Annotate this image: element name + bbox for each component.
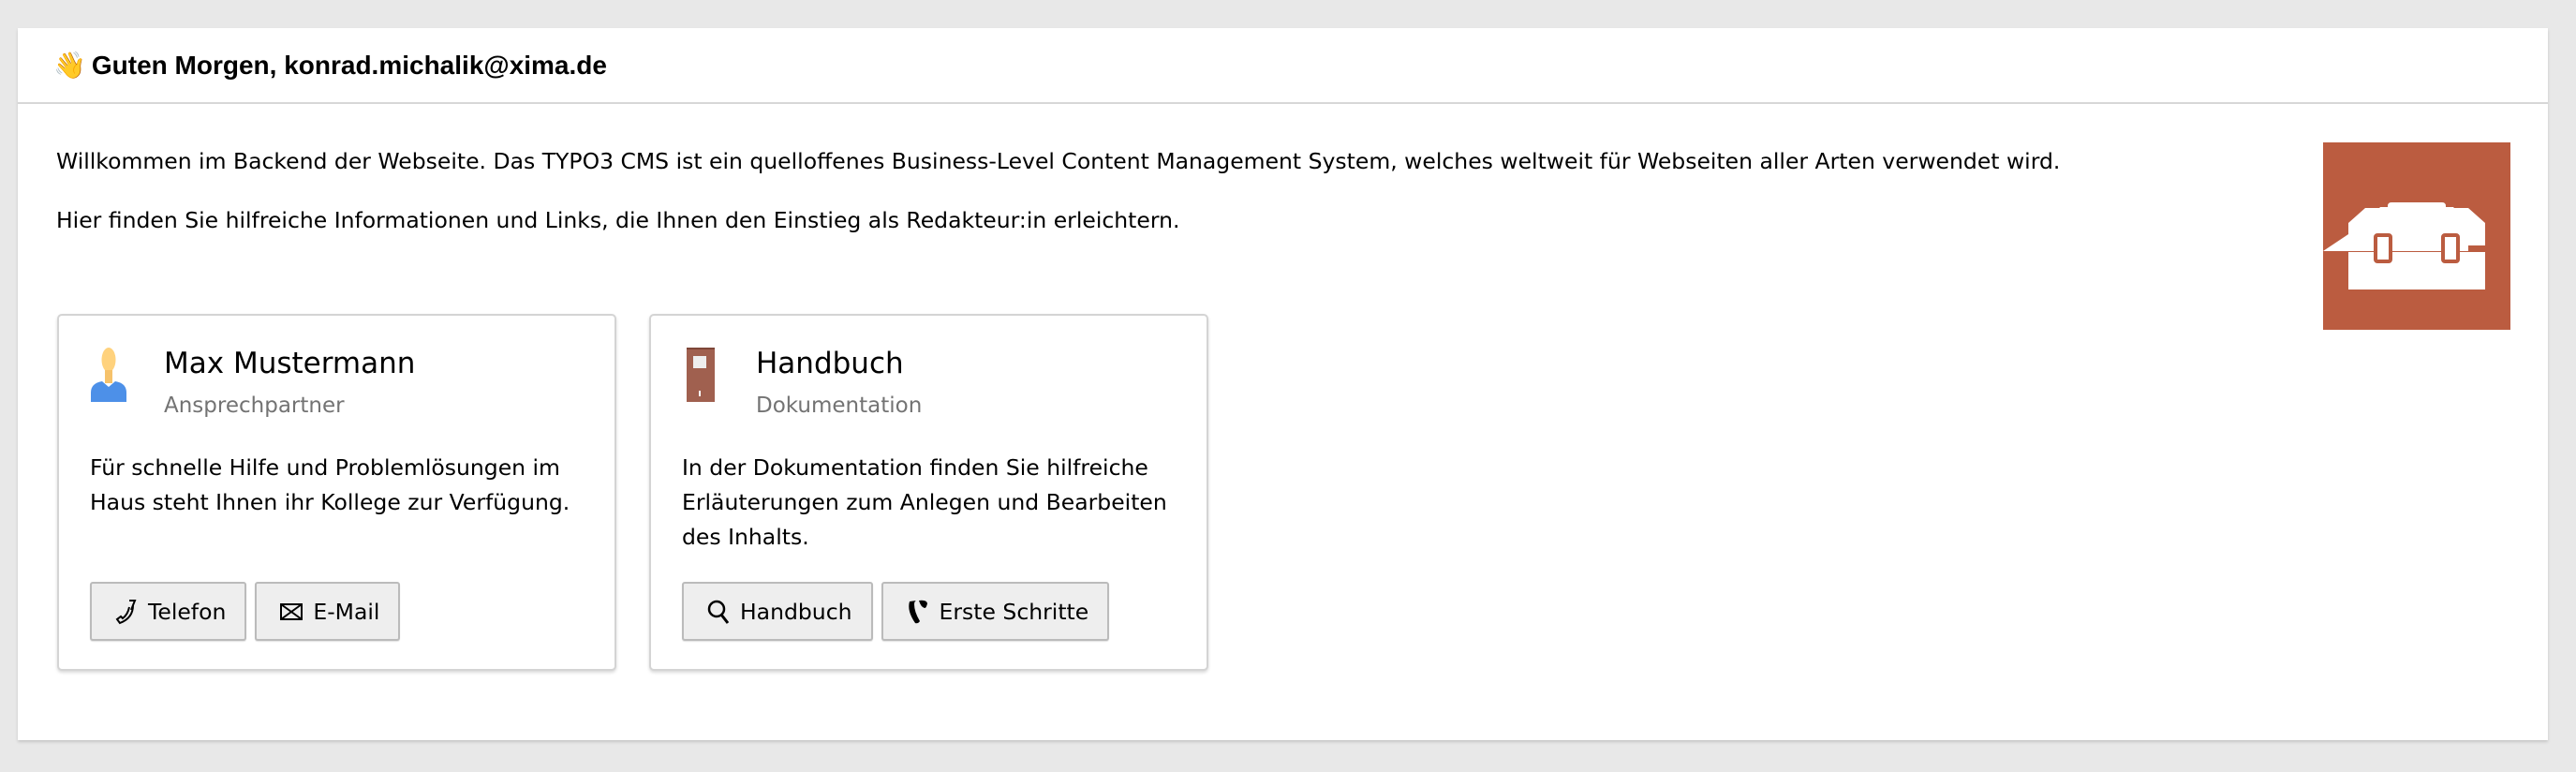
- book-icon: [687, 348, 715, 402]
- card-description: In der Dokumentation finden Sie hilfreic…: [682, 454, 1167, 550]
- waving-hand-icon: 👋: [53, 51, 86, 80]
- button-label: Erste Schritte: [939, 598, 1089, 625]
- search-icon: [707, 600, 730, 624]
- card-subtitle: Dokumentation: [756, 393, 923, 418]
- typo3-icon: [908, 600, 927, 623]
- manual-button[interactable]: Handbuch: [682, 582, 873, 641]
- welcome-panel: 👋 Guten Morgen, konrad.michalik@xima.de …: [18, 28, 2548, 740]
- button-label: E-Mail: [313, 598, 380, 625]
- card-subtitle: Ansprechpartner: [164, 393, 345, 418]
- first-steps-button[interactable]: Erste Schritte: [881, 582, 1110, 641]
- envelope-icon: [280, 602, 303, 620]
- toolbox-icon: [2323, 142, 2510, 330]
- panel-title: 👋 Guten Morgen, konrad.michalik@xima.de: [53, 50, 607, 81]
- phone-button[interactable]: Telefon: [90, 582, 247, 641]
- button-label: Telefon: [148, 598, 227, 625]
- panel-header: 👋 Guten Morgen, konrad.michalik@xima.de: [18, 28, 2548, 104]
- user-icon: [91, 348, 126, 402]
- card-title: Handbuch: [756, 347, 904, 380]
- contact-card: Max Mustermann Ansprechpartner Für schne…: [57, 314, 616, 671]
- card-description: Für schnelle Hilfe und Problemlösungen i…: [90, 454, 570, 515]
- button-label: Handbuch: [740, 598, 852, 625]
- greeting-text: Guten Morgen, konrad.michalik@xima.de: [91, 50, 607, 80]
- intro-text: Willkommen im Backend der Webseite. Das …: [56, 148, 2061, 174]
- manual-card: Handbuch Dokumentation In der Dokumentat…: [649, 314, 1208, 671]
- intro-hint: Hier finden Sie hilfreiche Informationen…: [56, 207, 1180, 233]
- card-title: Max Mustermann: [164, 347, 416, 380]
- phone-icon: [115, 599, 137, 624]
- email-button[interactable]: E-Mail: [255, 582, 401, 641]
